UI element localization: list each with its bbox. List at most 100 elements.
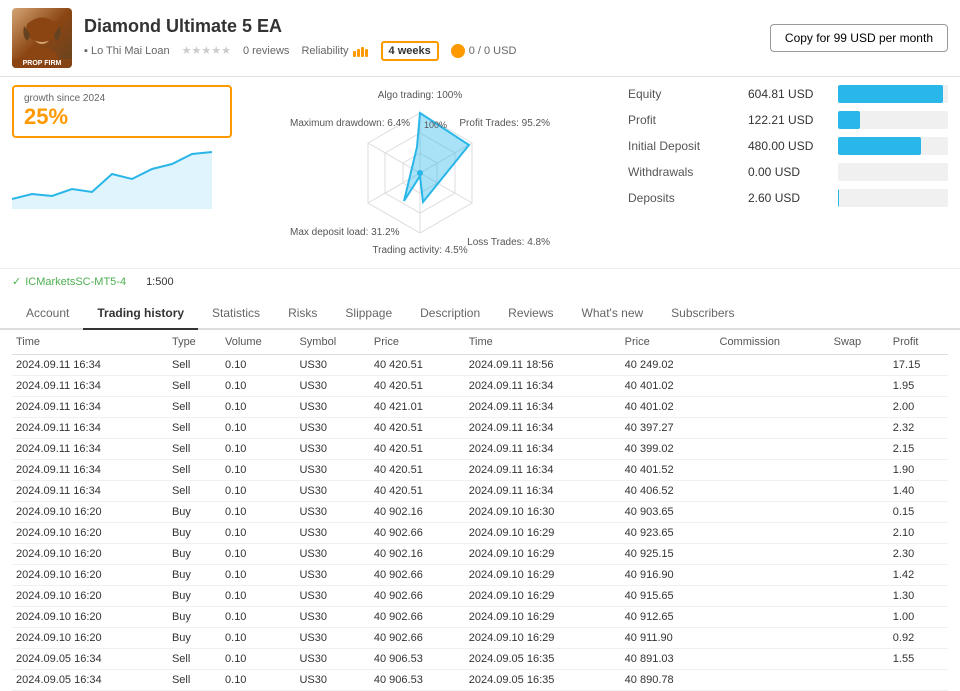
- table-cell-1: Buy: [168, 565, 221, 586]
- initial-deposit-value: 480.00 USD: [748, 139, 838, 153]
- table-cell-1: Sell: [168, 481, 221, 502]
- header-meta: Lo Thi Mai Loan ★★★★★ 0 reviews Reliabil…: [84, 41, 770, 61]
- table-cell-7: [716, 355, 830, 376]
- table-row: 2024.09.11 16:34Sell0.10US3040 420.51202…: [12, 418, 948, 439]
- table-cell-3: US30: [295, 544, 369, 565]
- table-cell-9: 1.90: [889, 460, 948, 481]
- coin-icon: [451, 44, 465, 58]
- table-cell-9: [889, 670, 948, 691]
- header-info: Diamond Ultimate 5 EA Lo Thi Mai Loan ★★…: [84, 16, 770, 61]
- table-cell-5: 2024.09.10 16:29: [465, 586, 621, 607]
- copy-button[interactable]: Copy for 99 USD per month: [770, 24, 948, 52]
- tab-description[interactable]: Description: [406, 298, 494, 330]
- tab-subscribers[interactable]: Subscribers: [657, 298, 748, 330]
- col-header-close-price: Price: [621, 330, 716, 355]
- tab-account[interactable]: Account: [12, 298, 83, 330]
- radar-label-deposit: Max deposit load: 31.2%: [290, 227, 400, 238]
- table-cell-4: 40 902.66: [370, 565, 465, 586]
- table-cell-2: 0.10: [221, 502, 295, 523]
- table-cell-1: Buy: [168, 502, 221, 523]
- table-cell-2: 0.10: [221, 481, 295, 502]
- table-row: 2024.09.11 16:34Sell0.10US3040 420.51202…: [12, 355, 948, 376]
- table-cell-4: 40 906.53: [370, 670, 465, 691]
- withdrawals-row: Withdrawals 0.00 USD: [628, 163, 948, 181]
- broker-name: ✓ ICMarketsSC-MT5-4: [12, 275, 126, 288]
- table-cell-7: [716, 523, 830, 544]
- table-cell-4: 40 421.01: [370, 397, 465, 418]
- table-cell-1: Sell: [168, 355, 221, 376]
- table-cell-9: 1.55: [889, 649, 948, 670]
- table-cell-1: Sell: [168, 397, 221, 418]
- table-cell-0: 2024.09.11 16:34: [12, 397, 168, 418]
- table-cell-5: 2024.09.11 16:34: [465, 481, 621, 502]
- table-cell-3: US30: [295, 628, 369, 649]
- tab-statistics[interactable]: Statistics: [198, 298, 274, 330]
- initial-deposit-label: Initial Deposit: [628, 139, 748, 153]
- table-cell-9: 0.92: [889, 628, 948, 649]
- tab-reviews[interactable]: Reviews: [494, 298, 567, 330]
- tab-trading-history[interactable]: Trading history: [83, 298, 198, 330]
- table-row: 2024.09.10 16:20Buy0.10US3040 902.662024…: [12, 607, 948, 628]
- table-cell-9: 0.15: [889, 502, 948, 523]
- table-cell-8: [830, 481, 889, 502]
- table-cell-4: 40 902.16: [370, 544, 465, 565]
- table-row: 2024.09.10 16:20Buy0.10US3040 902.662024…: [12, 628, 948, 649]
- col-header-open-price: Price: [370, 330, 465, 355]
- table-cell-0: 2024.09.11 16:34: [12, 481, 168, 502]
- table-cell-6: 40 903.65: [621, 502, 716, 523]
- table-cell-4: 40 902.66: [370, 607, 465, 628]
- review-count: 0 reviews: [243, 45, 289, 57]
- table-cell-0: 2024.09.10 16:20: [12, 628, 168, 649]
- table-cell-9: 1.40: [889, 481, 948, 502]
- table-row: 2024.09.11 16:34Sell0.10US3040 421.01202…: [12, 397, 948, 418]
- table-cell-1: Sell: [168, 439, 221, 460]
- table-cell-1: Buy: [168, 523, 221, 544]
- table-cell-6: 40 401.52: [621, 460, 716, 481]
- initial-deposit-row: Initial Deposit 480.00 USD: [628, 137, 948, 155]
- table-cell-0: 2024.09.10 16:20: [12, 607, 168, 628]
- table-cell-2: 0.10: [221, 376, 295, 397]
- table-cell-8: [830, 502, 889, 523]
- table-row: 2024.09.10 16:20Buy0.10US3040 902.662024…: [12, 565, 948, 586]
- table-cell-3: US30: [295, 565, 369, 586]
- table-cell-9: 1.95: [889, 376, 948, 397]
- table-cell-6: 40 912.65: [621, 607, 716, 628]
- equity-bar-wrap: [838, 85, 948, 103]
- table-cell-5: 2024.09.10 16:29: [465, 523, 621, 544]
- table-cell-8: [830, 376, 889, 397]
- table-cell-9: 2.15: [889, 439, 948, 460]
- page-header: PROP FIRM Diamond Ultimate 5 EA Lo Thi M…: [0, 0, 960, 77]
- table-cell-1: Sell: [168, 460, 221, 481]
- table-cell-2: 0.10: [221, 670, 295, 691]
- table-cell-2: 0.10: [221, 355, 295, 376]
- table-cell-2: 0.10: [221, 586, 295, 607]
- radar-label-algo: Algo trading: 100%: [378, 90, 463, 101]
- equity-label: Equity: [628, 87, 748, 101]
- table-cell-9: 1.30: [889, 586, 948, 607]
- table-cell-5: 2024.09.10 16:29: [465, 607, 621, 628]
- table-cell-5: 2024.09.11 16:34: [465, 460, 621, 481]
- table-header-row: Time Type Volume Symbol Price Time Price…: [12, 330, 948, 355]
- table-cell-0: 2024.09.11 16:34: [12, 355, 168, 376]
- table-cell-6: 40 923.65: [621, 523, 716, 544]
- table-cell-3: US30: [295, 607, 369, 628]
- table-cell-6: 40 891.03: [621, 649, 716, 670]
- leverage: 1:500: [146, 276, 174, 288]
- tab-risks[interactable]: Risks: [274, 298, 331, 330]
- table-cell-7: [716, 502, 830, 523]
- avatar-label: PROP FIRM: [12, 59, 72, 68]
- table-cell-0: 2024.09.05 16:34: [12, 649, 168, 670]
- table-cell-8: [830, 565, 889, 586]
- table-cell-4: 40 420.51: [370, 355, 465, 376]
- col-header-type: Type: [168, 330, 221, 355]
- table-cell-2: 0.10: [221, 565, 295, 586]
- table-cell-7: [716, 670, 830, 691]
- table-cell-3: US30: [295, 418, 369, 439]
- avatar: PROP FIRM: [12, 8, 72, 68]
- table-cell-3: US30: [295, 376, 369, 397]
- table-cell-6: 40 249.02: [621, 355, 716, 376]
- page-title: Diamond Ultimate 5 EA: [84, 16, 770, 37]
- tab-slippage[interactable]: Slippage: [331, 298, 406, 330]
- table-cell-0: 2024.09.11 16:34: [12, 418, 168, 439]
- tab-whats-new[interactable]: What's new: [568, 298, 658, 330]
